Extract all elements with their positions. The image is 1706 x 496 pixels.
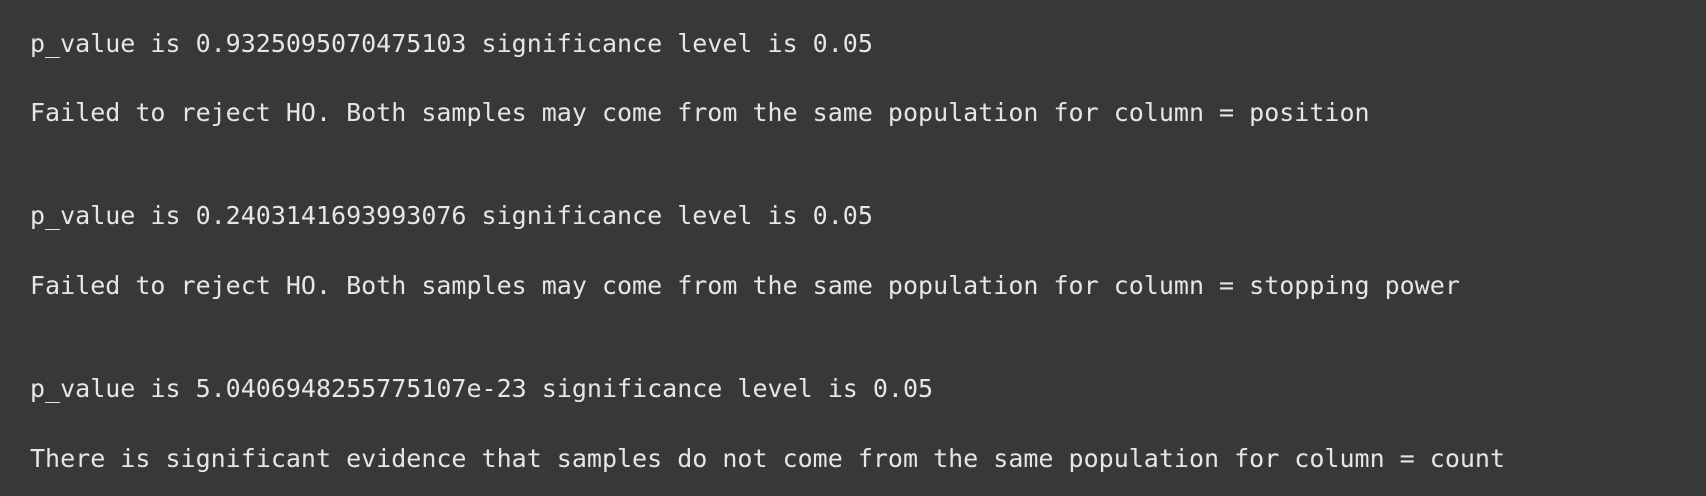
p-value-line-stopping-power: p_value is 0.2403141693993076 significan…	[30, 201, 873, 230]
notebook-output-area: p_value is 0.9325095070475103 significan…	[0, 0, 1706, 496]
result-line-stopping-power: Failed to reject HO. Both samples may co…	[30, 271, 1460, 300]
p-value-line-position: p_value is 0.9325095070475103 significan…	[30, 29, 873, 58]
result-line-count: There is significant evidence that sampl…	[30, 444, 1506, 473]
result-line-position: Failed to reject HO. Both samples may co…	[30, 98, 1370, 127]
p-value-line-count: p_value is 5.0406948255775107e-23 signif…	[30, 374, 934, 403]
